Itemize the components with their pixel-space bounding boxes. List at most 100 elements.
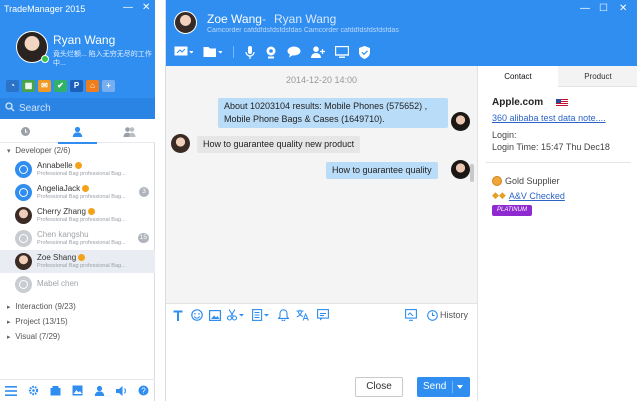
contact-info-panel: Contact Product Apple.com 360 alibaba te… <box>477 66 637 401</box>
group-visual[interactable]: ▸ Visual (7/29) <box>0 329 155 344</box>
contacts-panel: TradeManager 2015 — ✕ Ryan Wang 竟头烂额... … <box>0 0 155 401</box>
group-developer[interactable]: ▾ Developer (2/6) <box>0 143 155 158</box>
add-user-button[interactable] <box>311 44 325 60</box>
bell-icon <box>278 309 289 321</box>
minimize-icon[interactable]: — <box>123 2 133 13</box>
edit-button[interactable] <box>317 308 329 322</box>
message-bubble-received[interactable]: How to guarantee quality new product <box>197 136 361 153</box>
list-item[interactable]: Annabelle Professional Bag professional … <box>0 158 155 181</box>
emoji-button[interactable] <box>191 308 203 322</box>
paypal-icon[interactable]: P <box>70 80 83 92</box>
screenshot-button[interactable] <box>405 308 417 322</box>
avatar <box>15 230 32 247</box>
unread-count-badge: 15 <box>137 233 149 243</box>
clock-icon <box>21 126 30 136</box>
list-item[interactable]: Chen kangshu Professional Bag profession… <box>0 227 155 250</box>
group-interaction[interactable]: ▸ Interaction (9/23) <box>0 299 155 314</box>
search-input[interactable] <box>19 102 149 115</box>
message-input[interactable] <box>166 325 477 371</box>
calendar-icon[interactable]: ▦ <box>22 80 35 92</box>
close-button[interactable]: Close <box>355 377 403 397</box>
contact-subtitle: Professional Bag professional Bag... <box>37 240 126 246</box>
peer-company: Ryan Wang <box>274 12 337 26</box>
send-label: Send <box>423 381 447 392</box>
tab-groups[interactable] <box>104 119 155 143</box>
group-label: Visual <box>15 332 37 341</box>
message-bubble-sent[interactable]: About 10203104 results: Mobile Phones (5… <box>218 98 448 128</box>
tab-contacts[interactable] <box>52 119 103 144</box>
add-app-icon[interactable]: + <box>102 80 115 92</box>
contact-subtitle: Professional Bag professional Bag... <box>37 217 126 223</box>
chevron-right-icon: ▸ <box>7 334 11 341</box>
message-box-icon[interactable] <box>50 385 61 396</box>
menu-icon[interactable] <box>5 385 18 396</box>
translate-icon <box>296 309 309 321</box>
tab-contact[interactable]: Contact <box>478 66 558 87</box>
chevron-down-icon[interactable] <box>457 385 463 389</box>
app-shortcuts: ◔ ▦ ✉ ✔ P ⌂ + <box>6 80 115 92</box>
gear-icon[interactable] <box>28 385 39 396</box>
image-button[interactable] <box>209 308 221 322</box>
screen-share-button[interactable] <box>174 44 193 60</box>
template-icon <box>252 309 269 321</box>
online-status-icon <box>41 55 49 63</box>
mail-icon[interactable]: ✉ <box>38 80 51 92</box>
scrollbar[interactable] <box>470 164 474 182</box>
chat-window: Zoe Wang - Ryan Wang Camcorder cafddfdsf… <box>165 0 637 401</box>
list-item[interactable]: Mabel chen <box>0 273 155 296</box>
list-item[interactable]: Zoe Shang Professional Bag professional … <box>0 250 155 273</box>
login-label: Login: <box>492 130 517 140</box>
folder-button[interactable] <box>203 44 222 60</box>
user-status-text[interactable]: 竟头烂额... 陷入无穷无尽的工作中... <box>53 50 153 68</box>
group-project[interactable]: ▸ Project (13/15) <box>0 314 155 329</box>
history-button[interactable]: History <box>427 308 468 322</box>
message-history: 2014-12-20 14:00 About 10203104 results:… <box>166 66 477 303</box>
help-icon[interactable]: ? <box>138 385 149 396</box>
history-label: History <box>440 310 469 320</box>
bell-button[interactable] <box>278 308 289 322</box>
message-bubble-sent[interactable]: How to guarantee quality <box>326 162 438 179</box>
message-text: How to guarantee quality <box>332 165 432 175</box>
search-bar <box>0 98 155 119</box>
avatar <box>171 134 190 153</box>
gold-supplier-row: Gold Supplier <box>492 176 560 186</box>
font-button[interactable] <box>173 308 183 322</box>
shield-button[interactable] <box>359 44 370 60</box>
scissors-icon <box>227 309 244 321</box>
contact-name: Zoe Shang <box>37 253 86 262</box>
close-icon[interactable]: ✕ <box>619 3 627 14</box>
platinum-badge: PLATINUM <box>492 205 532 216</box>
check-icon[interactable]: ✔ <box>54 80 67 92</box>
list-item[interactable]: AngeliaJack Professional Bag professiona… <box>0 181 155 204</box>
screenshot-icon <box>405 309 417 321</box>
cut-button[interactable] <box>227 308 245 322</box>
monitor-button[interactable] <box>335 44 349 60</box>
translate-button[interactable] <box>296 308 309 322</box>
font-icon <box>173 310 183 321</box>
avatar[interactable] <box>174 11 197 34</box>
template-button[interactable] <box>252 308 270 322</box>
minimize-icon[interactable]: — <box>580 3 590 14</box>
speed-icon[interactable]: ◔ <box>6 80 19 92</box>
chat-header: Zoe Wang - Ryan Wang Camcorder cafddfdsf… <box>166 0 637 66</box>
image-icon[interactable] <box>72 385 83 396</box>
speaker-icon[interactable] <box>115 385 128 396</box>
message-text: How to guarantee quality new product <box>203 139 355 149</box>
send-button[interactable]: Send <box>417 377 470 397</box>
contact-card-icon[interactable] <box>94 385 105 396</box>
tab-product[interactable]: Product <box>558 66 637 87</box>
close-icon[interactable]: ✕ <box>142 2 150 13</box>
chat-bubble-button[interactable] <box>287 44 301 60</box>
maximize-icon[interactable]: ☐ <box>599 3 608 14</box>
gold-badge-icon <box>87 208 95 216</box>
av-checked-link[interactable]: A&V Checked <box>509 191 565 201</box>
list-item[interactable]: Cherry Zhang Professional Bag profession… <box>0 204 155 227</box>
company-link[interactable]: 360 alibaba test data note.... <box>492 113 606 123</box>
chat-toolbar <box>174 44 370 60</box>
avatar <box>15 184 32 201</box>
contact-name: Cherry Zhang <box>37 207 95 216</box>
webcam-button[interactable] <box>265 44 277 60</box>
mic-button[interactable] <box>245 44 255 60</box>
tab-recent[interactable] <box>0 119 51 143</box>
store-icon[interactable]: ⌂ <box>86 80 99 92</box>
